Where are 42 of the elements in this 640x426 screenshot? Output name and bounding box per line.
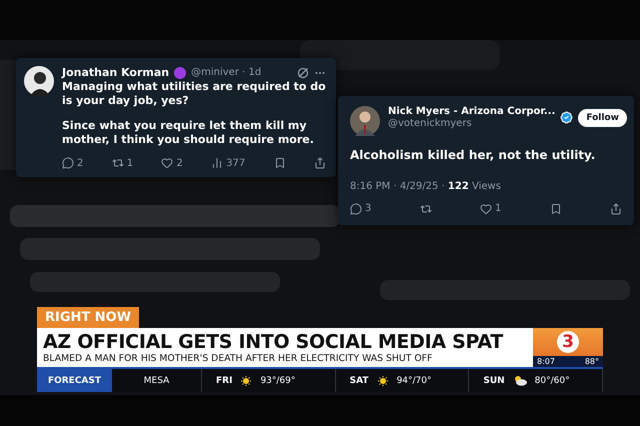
reply-count[interactable]: 2 — [62, 157, 84, 170]
headline: AZ OFFICIAL GETS INTO SOCIAL MEDIA SPAT — [43, 331, 504, 353]
avatar — [24, 66, 54, 96]
temperature: 88° — [584, 357, 599, 366]
clock: 8:07 — [537, 357, 555, 366]
tweet-text: Managing what utilities are required to do is your day job, yes? — [62, 80, 326, 109]
city-name: MESA — [112, 369, 202, 392]
reply-icon — [350, 202, 362, 215]
tweet-text: Alcoholism killed her, not the utility. — [350, 148, 596, 164]
bookmark-icon[interactable] — [274, 157, 286, 170]
subheadline: BLAMED A MAN FOR HIS MOTHER'S DEATH AFTER HER ELECTRICITY WAS SHUT OFF — [43, 353, 434, 364]
reply-count[interactable]: 3 — [350, 202, 372, 215]
share-icon[interactable] — [314, 157, 326, 170]
heart-icon — [161, 157, 174, 170]
view-count[interactable]: 377 — [211, 157, 246, 170]
slashed-circle-icon[interactable] — [297, 66, 309, 78]
channel-logo: 3 — [557, 331, 579, 353]
repost-count[interactable]: 1 — [112, 157, 134, 170]
day-name: SUN — [483, 376, 505, 386]
day-name: FRI — [216, 376, 232, 386]
follow-button[interactable]: Follow — [578, 108, 627, 126]
author-name: Jonathan Korman — [62, 66, 170, 79]
author-handle: @votenickmyers — [388, 118, 472, 129]
reply-icon — [62, 157, 74, 170]
temperature-range: 93°/69° — [260, 376, 296, 386]
repost-icon — [112, 157, 124, 170]
forecast-label: FORECAST — [37, 369, 112, 392]
day-name: SAT — [350, 376, 369, 386]
bar-chart-icon — [211, 157, 224, 170]
author-handle: @miniver · 1d — [191, 67, 262, 78]
tweet-text: Since what you require let them kill my mother, I think you should require more. — [62, 118, 315, 148]
tweet-timestamp: 8:16 PM · 4/29/25 · 122 Views — [350, 180, 501, 192]
bookmark-icon[interactable] — [550, 202, 562, 215]
heart-icon — [480, 202, 492, 215]
like-count[interactable]: 2 — [161, 157, 183, 170]
temperature-range: 94°/70° — [396, 376, 432, 386]
like-count[interactable]: 1 — [480, 202, 502, 215]
share-icon[interactable] — [610, 202, 622, 215]
author-name: Nick Myers - Arizona Corpor... — [388, 106, 556, 117]
segment-tag: RIGHT NOW — [37, 307, 140, 328]
temperature-range: 80°/60° — [534, 376, 570, 386]
avatar — [350, 106, 380, 136]
